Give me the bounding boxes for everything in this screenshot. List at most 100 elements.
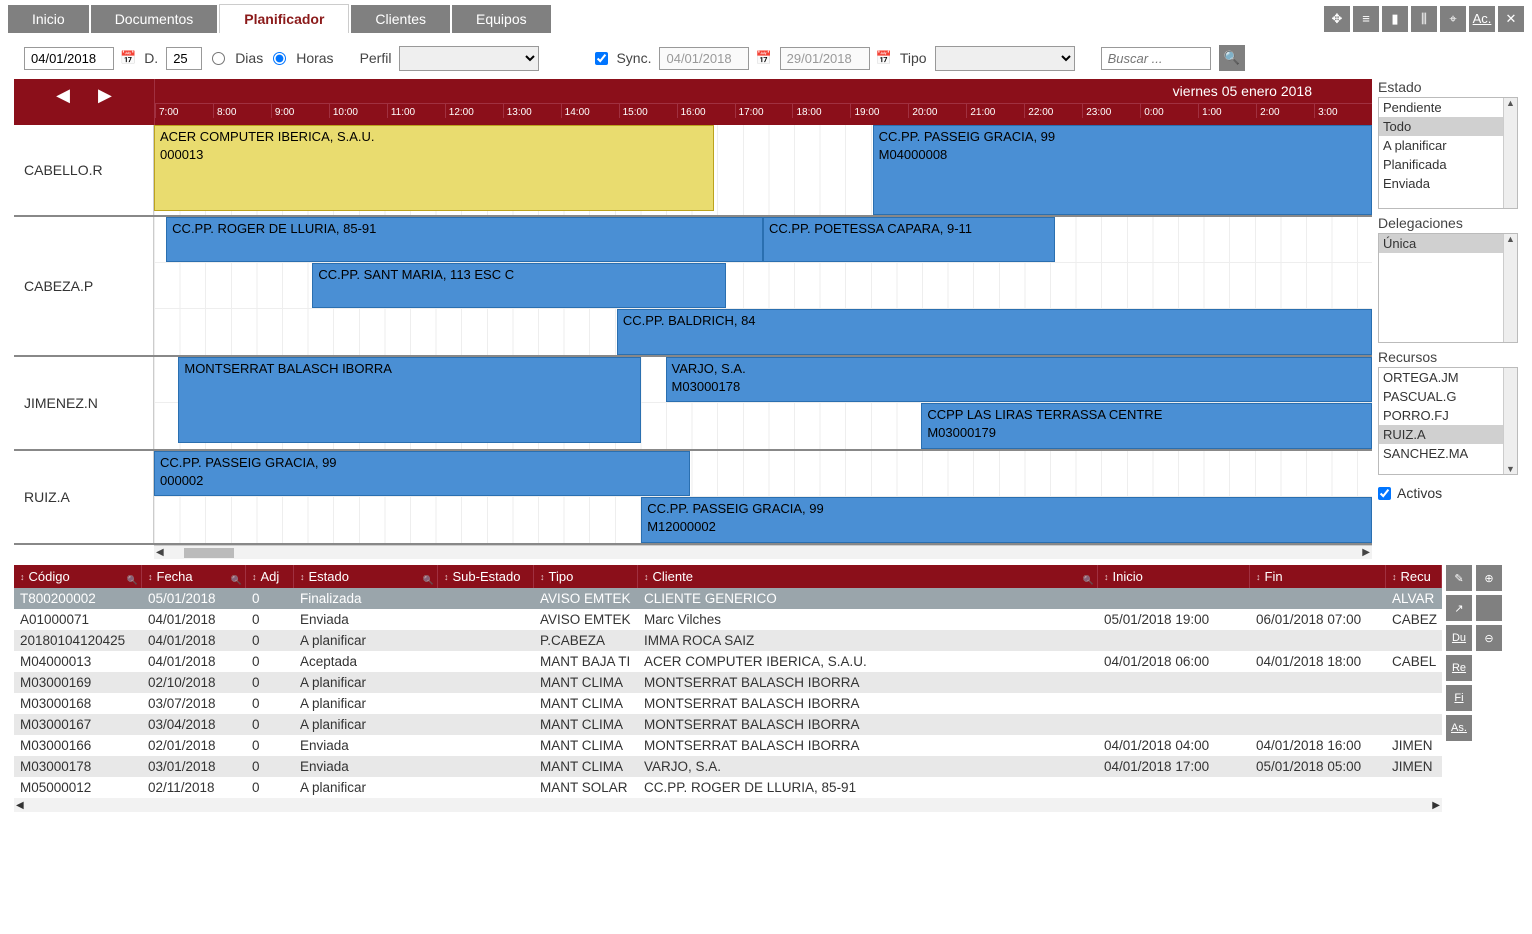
grid-scrollbar[interactable]: ◀ ▶ [14,798,1442,812]
blank-button[interactable] [1476,595,1502,621]
estado-item[interactable]: Enviada [1379,174,1517,193]
fi-button[interactable]: Fi [1446,685,1472,711]
col-cliente[interactable]: ↕Cliente🔍 [638,565,1098,588]
schedule-bar[interactable]: CC.PP. PASSEIG GRACIA, 99000002 [154,451,690,496]
schedule-bar[interactable]: VARJO, S.A.M03000178 [666,357,1372,402]
recurso-item[interactable]: ORTEGA.JM [1379,368,1517,387]
pin-icon[interactable]: ⌖ [1440,6,1466,32]
scroll-left-icon[interactable]: ◀ [16,800,24,811]
table-row[interactable]: M0400001304/01/20180AceptadaMANT BAJA TI… [14,651,1442,672]
barchart-icon[interactable]: ⫼ [1411,6,1437,32]
schedule-bar[interactable]: CC.PP. POETESSA CAPARA, 9-11 [763,217,1055,262]
cell-estado: Enviada [294,609,438,630]
cell-cliente: MONTSERRAT BALASCH IBORRA [638,714,1098,735]
cell-sub [438,672,534,693]
col-sub[interactable]: ↕Sub-Estado [438,565,534,588]
resource-label: CABELLO.R [14,125,154,215]
col-fin[interactable]: ↕Fin [1250,565,1386,588]
col-adj[interactable]: ↕Adj [246,565,294,588]
edit-button[interactable]: ✎ [1446,565,1472,591]
schedule-bar[interactable]: ACER COMPUTER IBERICA, S.A.U.000013 [154,125,714,211]
table-row[interactable]: T80020000205/01/20180FinalizadaAVISO EMT… [14,588,1442,609]
horas-radio[interactable] [273,52,286,65]
cell-tipo: P.CABEZA [534,630,638,651]
dias-radio[interactable] [212,52,225,65]
scroll-left-icon[interactable]: ◀ [156,547,164,558]
cell-recu: ALVAR [1386,588,1442,609]
close-button[interactable]: ✕ [1498,6,1524,32]
cell-recu [1386,777,1442,798]
col-fecha[interactable]: ↕Fecha🔍 [142,565,246,588]
prev-arrow[interactable]: ◀ [56,85,70,106]
du-button[interactable]: Du [1446,625,1472,651]
delegacion-item[interactable]: Única [1379,234,1517,253]
table-row[interactable]: M0500001202/11/20180A planificarMANT SOL… [14,777,1442,798]
search-input[interactable] [1101,47,1211,70]
calendar-icon[interactable]: 📅 [755,50,771,66]
estado-item[interactable]: A planificar [1379,136,1517,155]
days-input[interactable] [166,47,202,70]
date-from-input[interactable] [24,47,114,70]
schedule-bar[interactable]: CC.PP. ROGER DE LLURIA, 85-91 [166,217,763,262]
recurso-item[interactable]: PORRO.FJ [1379,406,1517,425]
estado-item[interactable]: Pendiente [1379,98,1517,117]
cell-cliente: ACER COMPUTER IBERICA, S.A.U. [638,651,1098,672]
add-button[interactable]: ⊕ [1476,565,1502,591]
recurso-item[interactable]: PASCUAL.G [1379,387,1517,406]
col-inicio[interactable]: ↕Inicio [1098,565,1250,588]
scroll-right-icon[interactable]: ▶ [1432,800,1440,811]
remove-button[interactable]: ⊖ [1476,625,1502,651]
cell-adj: 0 [246,735,294,756]
sync-checkbox[interactable] [595,52,608,65]
scroll-right-icon[interactable]: ▶ [1362,547,1370,558]
search-button[interactable]: 🔍 [1219,45,1245,71]
calendar-icon[interactable]: 📅 [876,50,892,66]
table-row[interactable]: M0300016803/07/20180A planificarMANT CLI… [14,693,1442,714]
recurso-item[interactable]: RUIZ.A [1379,425,1517,444]
col-tipo[interactable]: ↕Tipo [534,565,638,588]
col-estado[interactable]: ↕Estado🔍 [294,565,438,588]
table-row[interactable]: 2018010412042504/01/20180A planificarP.C… [14,630,1442,651]
col-codigo[interactable]: ↕Código🔍 [14,565,142,588]
estado-item[interactable]: Planificada [1379,155,1517,174]
hour-label: 19:00 [850,104,908,118]
tab-planificador[interactable]: Planificador [219,4,349,33]
column-icon[interactable]: ▮ [1382,6,1408,32]
table-row[interactable]: M0300016902/10/20180A planificarMANT CLI… [14,672,1442,693]
cell-recu [1386,693,1442,714]
tab-equipos[interactable]: Equipos [452,5,551,33]
cell-tipo: MANT CLIMA [534,714,638,735]
recurso-item[interactable]: SANCHEZ.MA [1379,444,1517,463]
list-icon[interactable]: ≡ [1353,6,1379,32]
estado-item[interactable]: Todo [1379,117,1517,136]
tab-inicio[interactable]: Inicio [8,5,89,33]
schedule-scrollbar[interactable]: ◀ ▶ [154,545,1372,559]
re-button[interactable]: Re [1446,655,1472,681]
tab-documentos[interactable]: Documentos [91,5,218,33]
table-row[interactable]: A0100007104/01/20180EnviadaAVISO EMTEKMa… [14,609,1442,630]
tipo-select[interactable] [935,46,1075,71]
schedule-bar[interactable]: CC.PP. PASSEIG GRACIA, 99M12000002 [641,497,1372,543]
cell-inicio: 04/01/2018 17:00 [1098,756,1250,777]
activos-checkbox[interactable] [1378,487,1391,500]
ac-button[interactable]: Ac. [1469,6,1495,32]
schedule-bar[interactable]: CCPP LAS LIRAS TERRASSA CENTREM03000179 [921,403,1372,449]
share-button[interactable]: ↗ [1446,595,1472,621]
col-recu[interactable]: ↕Recu [1386,565,1442,588]
next-arrow[interactable]: ▶ [98,85,112,106]
schedule-bar[interactable]: CC.PP. PASSEIG GRACIA, 99M04000008 [873,125,1372,215]
as-button[interactable]: As. [1446,715,1472,741]
move-icon[interactable]: ✥ [1324,6,1350,32]
table-row[interactable]: M0300016602/01/20180EnviadaMANT CLIMAMON… [14,735,1442,756]
cell-recu [1386,714,1442,735]
cell-recu: CABEZ [1386,609,1442,630]
cell-adj: 0 [246,693,294,714]
calendar-icon[interactable]: 📅 [120,50,136,66]
table-row[interactable]: M0300016703/04/20180A planificarMANT CLI… [14,714,1442,735]
tab-clientes[interactable]: Clientes [351,5,450,33]
cell-sub [438,588,534,609]
schedule-bar[interactable]: CC.PP. BALDRICH, 84 [617,309,1372,355]
perfil-select[interactable] [399,46,539,71]
table-row[interactable]: M0300017803/01/20180EnviadaMANT CLIMAVAR… [14,756,1442,777]
schedule-bar[interactable]: CC.PP. SANT MARIA, 113 ESC C [312,263,726,308]
